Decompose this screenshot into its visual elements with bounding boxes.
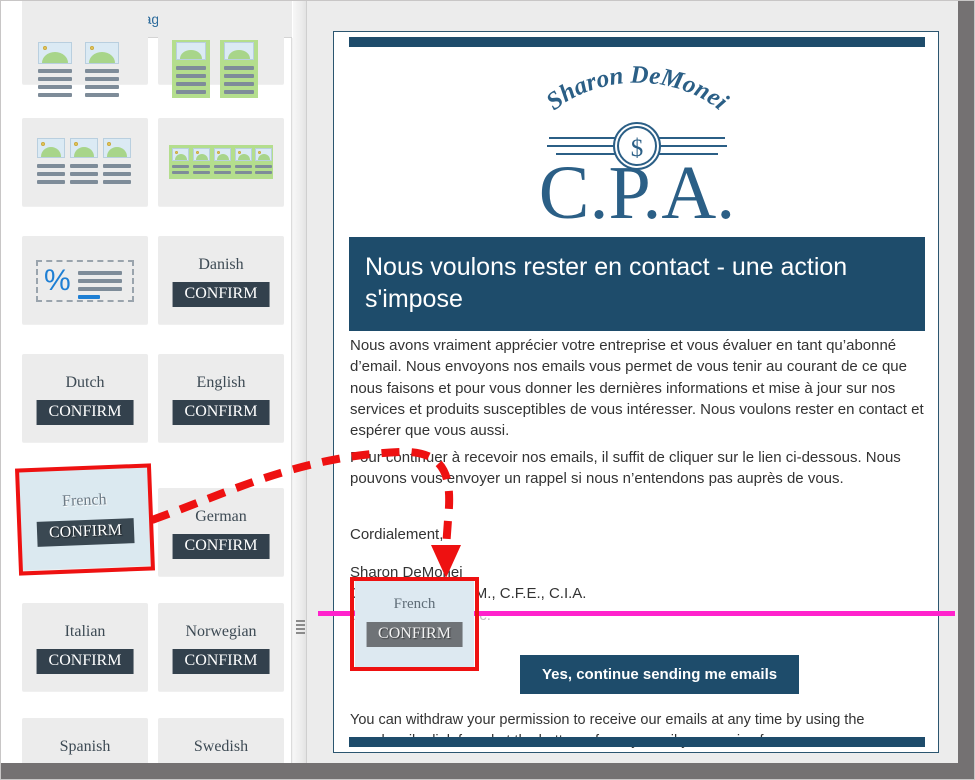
email-logo: Sharon DeMonei $ C.P.A. bbox=[334, 50, 938, 235]
email-bottom-accent-bar bbox=[349, 737, 925, 747]
language-label: Swedish bbox=[193, 738, 249, 755]
block-tile-two-column-image-text-green[interactable] bbox=[158, 0, 284, 98]
svg-text:Sharon DeMonei: Sharon DeMonei bbox=[541, 62, 733, 116]
svg-text:C.P.A.: C.P.A. bbox=[539, 151, 735, 222]
confirm-button[interactable]: CONFIRM bbox=[36, 518, 135, 547]
confirm-button[interactable]: CONFIRM bbox=[172, 400, 270, 425]
block-tile-language-danish[interactable]: Danish CONFIRM bbox=[158, 236, 284, 324]
window-shadow-right bbox=[958, 0, 975, 780]
language-label: English bbox=[196, 374, 246, 391]
block-tile-three-column-image-text[interactable] bbox=[22, 118, 148, 206]
email-signoff: Cordialement, bbox=[350, 526, 444, 543]
confirm-button[interactable]: CONFIRM bbox=[172, 649, 270, 674]
dragged-block-ghost[interactable]: French CONFIRM bbox=[355, 580, 474, 668]
email-paragraph-2: Pour continuer à recevoir nos emails, il… bbox=[350, 449, 901, 488]
block-tile-promo-percent[interactable]: % bbox=[22, 236, 148, 324]
app-root: Build Images Design bbox=[0, 0, 975, 780]
percent-glyph: % bbox=[44, 264, 71, 297]
language-label: Italian bbox=[64, 623, 106, 640]
thumbnail-two-column bbox=[22, 0, 148, 97]
logo-svg: Sharon DeMonei $ C.P.A. bbox=[539, 62, 735, 235]
window-shadow-bottom bbox=[0, 763, 975, 780]
block-tile-language-dutch[interactable]: Dutch CONFIRM bbox=[22, 354, 148, 442]
thumbnail-percent-promo: % bbox=[22, 236, 148, 324]
confirm-button[interactable]: CONFIRM bbox=[172, 534, 270, 559]
block-tile-language-french[interactable]: French CONFIRM bbox=[18, 465, 152, 571]
email-paragraph-1: Nous avons vraiment apprécier votre entr… bbox=[350, 337, 924, 440]
block-tile-language-norwegian[interactable]: Norwegian CONFIRM bbox=[158, 603, 284, 691]
confirm-button[interactable]: CONFIRM bbox=[36, 649, 134, 674]
language-label: Norwegian bbox=[185, 623, 257, 640]
cta-button[interactable]: Yes, continue sending me emails bbox=[520, 655, 800, 694]
email-headline: Nous voulons rester en contact - une act… bbox=[349, 237, 925, 331]
thumbnail-five-column-green bbox=[158, 118, 284, 206]
splitter-grip-icon[interactable] bbox=[296, 620, 305, 634]
block-palette-panel: Build Images Design bbox=[0, 0, 292, 780]
language-label: French bbox=[61, 491, 107, 510]
confirm-button[interactable]: CONFIRM bbox=[36, 400, 134, 425]
language-label: German bbox=[195, 508, 247, 525]
language-label: French bbox=[393, 596, 436, 612]
block-tile-language-english[interactable]: English CONFIRM bbox=[158, 354, 284, 442]
block-tile-five-column-strip-green[interactable] bbox=[158, 118, 284, 206]
language-label: Dutch bbox=[65, 374, 105, 391]
panel-splitter[interactable] bbox=[293, 0, 307, 780]
confirm-button[interactable]: CONFIRM bbox=[172, 282, 270, 307]
block-tile-language-italian[interactable]: Italian CONFIRM bbox=[22, 603, 148, 691]
block-tile-two-column-image-text[interactable] bbox=[22, 0, 148, 97]
confirm-button[interactable]: CONFIRM bbox=[366, 622, 463, 647]
language-label: Danish bbox=[198, 256, 244, 273]
thumbnail-two-column-green bbox=[158, 0, 284, 98]
language-label: Spanish bbox=[59, 738, 111, 755]
block-tile-language-german[interactable]: German CONFIRM bbox=[158, 488, 284, 576]
block-list-scroll-area[interactable]: % Danish CONFIRM Dutch CONFIRM English C… bbox=[0, 0, 292, 780]
thumbnail-three-column bbox=[22, 118, 148, 206]
email-top-accent-bar bbox=[349, 37, 925, 47]
